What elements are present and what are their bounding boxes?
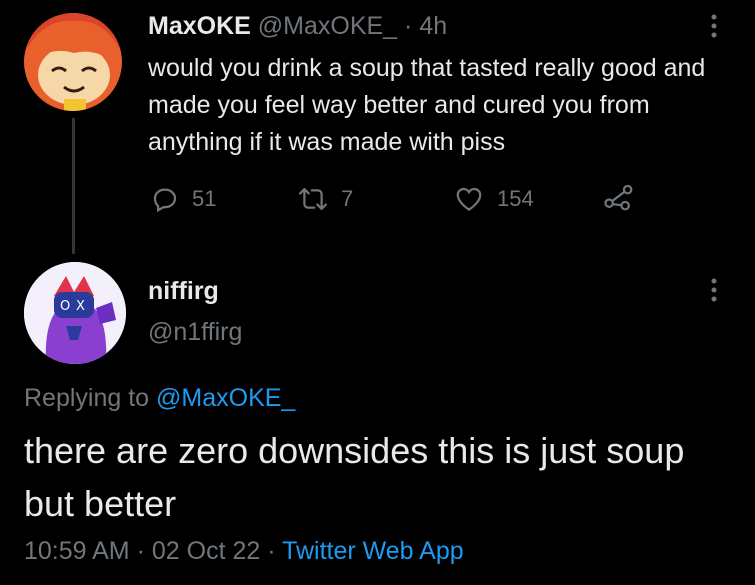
svg-text:O: O [60,299,70,314]
author-name[interactable]: MaxOKE [148,12,251,40]
thread-line [72,118,75,254]
reply-more-icon[interactable] [709,278,719,302]
author-avatar[interactable] [24,13,122,111]
svg-text:X: X [76,299,85,314]
reply-author-avatar[interactable]: O X [24,262,126,364]
reply-action[interactable]: 51 [150,182,216,216]
more-icon[interactable] [709,14,719,38]
reply-author-name[interactable]: niffirg [148,277,219,306]
like-count: 154 [497,186,534,211]
author-handle[interactable]: @MaxOKE_ [258,12,397,40]
like-icon [453,184,485,214]
tweet-header: MaxOKE @MaxOKE_ · 4h [148,12,447,41]
share-icon [603,182,635,217]
header-separator: · [404,12,413,40]
tweet-age[interactable]: 4h [419,12,447,40]
share-action[interactable] [603,182,635,216]
retweet-icon [297,184,329,214]
meta-separator-2: · [267,537,276,565]
reply-date[interactable]: 02 Oct 22 [152,537,260,565]
meta-separator: · [136,537,145,565]
retweet-count: 7 [341,186,354,211]
reply-time[interactable]: 10:59 AM [24,537,130,565]
replying-prefix: Replying to [24,384,150,412]
like-action[interactable]: 154 [453,182,534,216]
reply-source[interactable]: Twitter Web App [282,537,464,565]
reply-meta: 10:59 AM · 02 Oct 22 · Twitter Web App [24,537,464,566]
replying-to: Replying to @MaxOKE_ [24,384,295,413]
reply-text: there are zero downsides this is just so… [24,430,685,524]
retweet-action[interactable]: 7 [297,182,353,216]
reply-icon [150,184,180,214]
reply-count: 51 [192,186,217,211]
replying-handle-link[interactable]: @MaxOKE_ [156,384,295,412]
reply-author-handle[interactable]: @n1ffirg [148,318,242,347]
tweet-text: would you drink a soup that tasted reall… [148,54,706,156]
